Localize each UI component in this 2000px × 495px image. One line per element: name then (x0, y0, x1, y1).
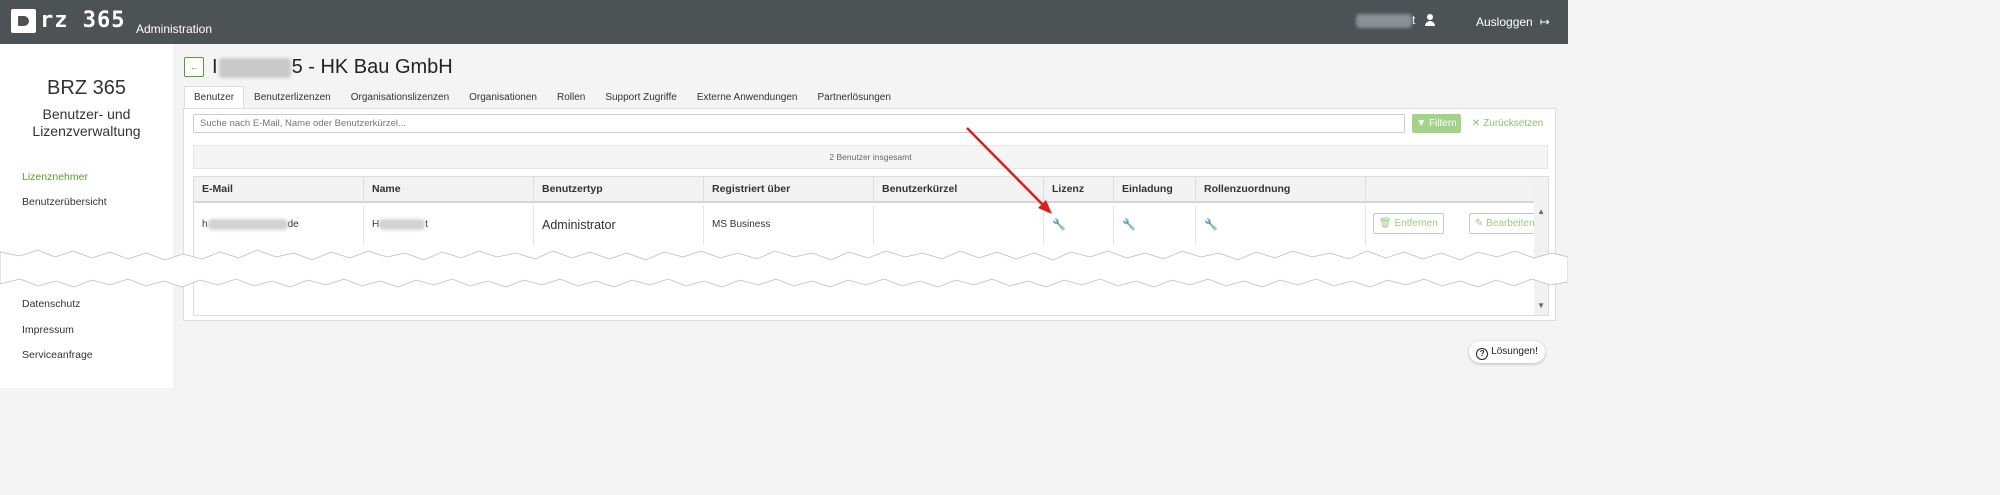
annotation-arrow (966, 127, 1052, 214)
torn-edge (0, 249, 1568, 288)
help-button[interactable]: ? Lösungen! (1469, 341, 1545, 363)
help-icon: ? (1476, 348, 1489, 360)
